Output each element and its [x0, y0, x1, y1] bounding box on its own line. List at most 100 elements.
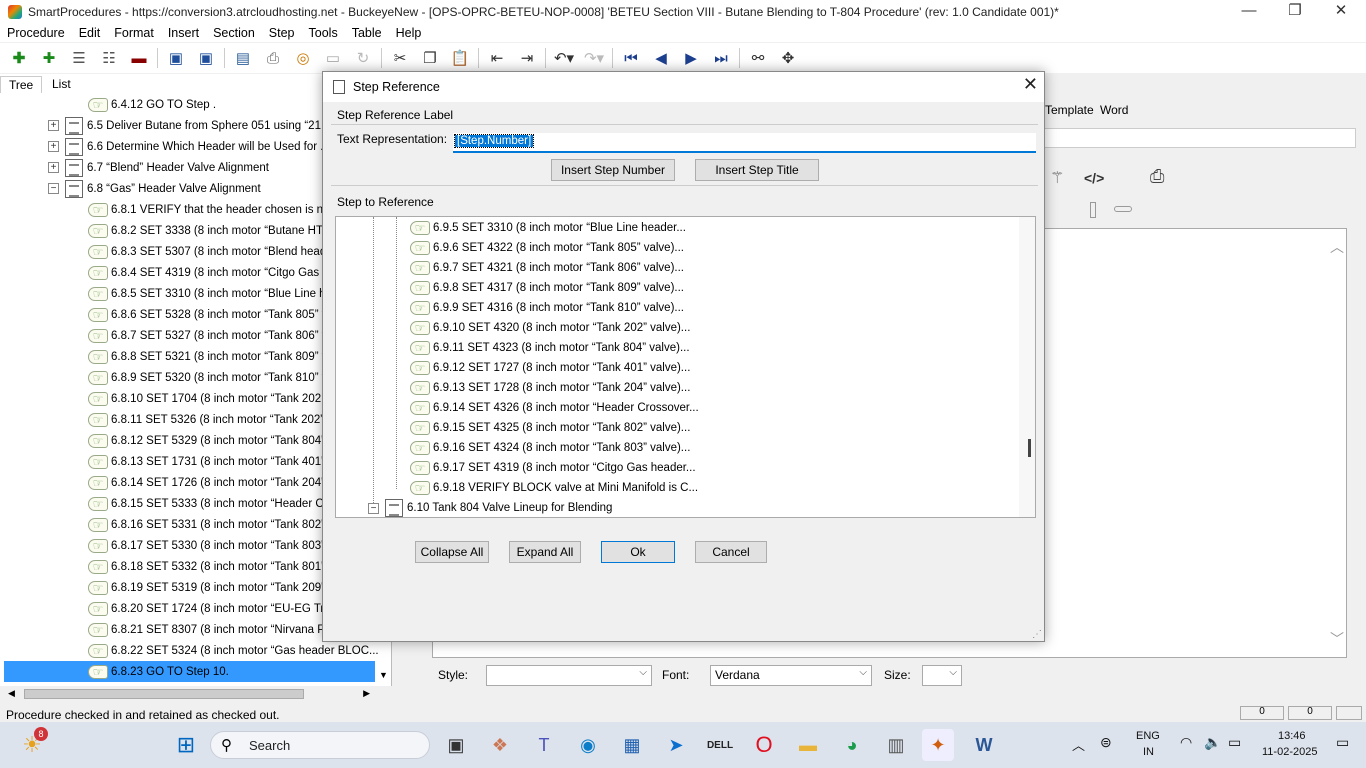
publish-icon[interactable]: ▤	[228, 45, 258, 71]
tree-step[interactable]: ☞ 6.8.2 SET 3338 (8 inch motor “Butane HT…	[88, 220, 342, 241]
add-child-icon[interactable]: ✚	[34, 45, 64, 71]
outdent-icon[interactable]: ⇤	[482, 45, 512, 71]
scroll-left-icon[interactable]: ◀	[8, 688, 15, 699]
save-icon[interactable]: ▣	[161, 45, 191, 71]
list-icon[interactable]: ☰	[64, 45, 94, 71]
collapse-icon[interactable]: −	[48, 183, 59, 194]
print-icon[interactable]: ⎙	[258, 45, 288, 71]
reference-step-row[interactable]: ☞ 6.9.9 SET 4316 (8 inch motor “Tank 810”…	[410, 298, 684, 318]
last-icon[interactable]: ⏭	[706, 45, 736, 71]
tree-section[interactable]: +6.7 “Blend” Header Valve Alignment	[48, 157, 269, 178]
prev-icon[interactable]: ◀	[646, 45, 676, 71]
undo-icon[interactable]: ↶▾	[549, 45, 579, 71]
opera-icon[interactable]: O	[748, 729, 780, 761]
blank-icon[interactable]: ▭	[318, 45, 348, 71]
magic-wand-icon[interactable]: ⚚	[1050, 168, 1064, 188]
editor-scroll-up-icon[interactable]: ︿	[1330, 237, 1344, 257]
tree-step[interactable]: ☞ 6.8.11 SET 5326 (8 inch motor “Tank 202…	[88, 409, 339, 430]
reference-step-row[interactable]: ☞ 6.9.7 SET 4321 (8 inch motor “Tank 806”…	[410, 258, 684, 278]
battery-icon[interactable]: ▭	[1228, 734, 1241, 751]
dialog-close-icon[interactable]: ✕	[1023, 74, 1038, 95]
wifi-icon[interactable]: ◠	[1180, 734, 1192, 751]
scroll-thumb[interactable]	[1028, 439, 1031, 457]
task-view-icon[interactable]: ▣	[440, 729, 472, 761]
add-icon[interactable]: ✚	[4, 45, 34, 71]
cancel-button[interactable]: Cancel	[695, 541, 767, 563]
file-explorer-icon[interactable]: ▬	[792, 729, 824, 761]
menu-table[interactable]: Table	[345, 26, 389, 40]
expand-all-button[interactable]: Expand All	[509, 541, 581, 563]
tab-template[interactable]: Template	[1045, 103, 1094, 117]
tab-tree[interactable]: Tree	[0, 76, 43, 93]
clock-time[interactable]: 13:46	[1278, 730, 1306, 742]
language-top[interactable]: ENG	[1136, 730, 1160, 742]
volume-icon[interactable]: 🔈	[1204, 734, 1221, 751]
network-status-icon[interactable]: ⊜	[1100, 734, 1112, 751]
tree-step[interactable]: ☞ 6.8.17 SET 5330 (8 inch motor “Tank 803…	[88, 535, 340, 556]
font-select[interactable]: Verdana ⌵	[710, 665, 872, 686]
tree-step[interactable]: ☞ 6.8.7 SET 5327 (8 inch motor “Tank 806”…	[88, 325, 336, 346]
printer-icon[interactable]: ⎙	[1150, 166, 1164, 187]
tree-section[interactable]: +6.5 Deliver Butane from Sphere 051 usin…	[48, 115, 331, 136]
menu-format[interactable]: Format	[107, 26, 161, 40]
tree-step[interactable]: ☞ 6.8.18 SET 5332 (8 inch motor “Tank 801…	[88, 556, 340, 577]
reference-step-row[interactable]: ☞ 6.9.15 SET 4325 (8 inch motor “Tank 802…	[410, 418, 690, 438]
chrome-icon[interactable]: ◕	[836, 729, 868, 761]
minimize-button[interactable]: —	[1226, 0, 1272, 24]
tree-step[interactable]: ☞ 6.4.12 GO TO Step .	[88, 94, 216, 115]
reference-step-row[interactable]: ☞ 6.9.10 SET 4320 (8 inch motor “Tank 202…	[410, 318, 690, 338]
remove-icon[interactable]: ▬	[124, 45, 154, 71]
tree-step[interactable]: ☞ 6.8.6 SET 5328 (8 inch motor “Tank 805”…	[88, 304, 336, 325]
reference-scrollbar[interactable]	[1019, 217, 1035, 517]
tab-list[interactable]: List	[44, 76, 79, 92]
expand-icon[interactable]: +	[48, 141, 59, 152]
language-bottom[interactable]: IN	[1143, 746, 1154, 758]
tree-step[interactable]: ☞ 6.8.16 SET 5331 (8 inch motor “Tank 802…	[88, 514, 340, 535]
close-window-button[interactable]: ✕	[1318, 0, 1364, 24]
editor-scroll-down-icon[interactable]: ﹀	[1330, 629, 1344, 649]
tree-step[interactable]: ☞ 6.8.15 SET 5333 (8 inch motor “Header C…	[88, 493, 340, 514]
tree-section[interactable]: +6.6 Determine Which Header will be Used…	[48, 136, 330, 157]
tree-step[interactable]: ☞ 6.8.12 SET 5329 (8 inch motor “Tank 804…	[88, 430, 340, 451]
start-button[interactable]: ⊞	[170, 729, 202, 761]
reference-step-row[interactable]: ☞ 6.9.13 SET 1728 (8 inch motor “Tank 204…	[410, 378, 690, 398]
ok-button[interactable]: Ok	[601, 541, 675, 563]
tree-step[interactable]: ☞ 6.8.10 SET 1704 (8 inch motor “Tank 202…	[88, 388, 339, 409]
word-icon[interactable]: W	[968, 729, 1000, 761]
tree-step[interactable]: ☞ 6.8.23 GO TO Step 10.	[4, 661, 375, 682]
tree-step[interactable]: ☞ 6.8.1 VERIFY that the header chosen is …	[88, 199, 333, 220]
expand-icon[interactable]: +	[48, 120, 59, 131]
ring-icon[interactable]: ◎	[288, 45, 318, 71]
first-icon[interactable]: ⏮	[616, 45, 646, 71]
reference-step-row[interactable]: ☞ 6.9.17 SET 4319 (8 inch motor “Citgo Ga…	[410, 458, 696, 478]
reference-step-row[interactable]: ☞ 6.9.14 SET 4326 (8 inch motor “Header C…	[410, 398, 699, 418]
tree-step[interactable]: ☞ 6.8.3 SET 5307 (8 inch motor “Blend hea…	[88, 241, 336, 262]
cut-icon[interactable]: ✂	[385, 45, 415, 71]
tree-step[interactable]: ☞ 6.8.13 SET 1731 (8 inch motor “Tank 401…	[88, 451, 340, 472]
edge-icon[interactable]: ◉	[572, 729, 604, 761]
tree-step[interactable]: ☞ 6.8.19 SET 5319 (8 inch motor “Tank 209…	[88, 577, 340, 598]
resize-grip-icon[interactable]: ⋰	[1032, 629, 1042, 640]
reference-step-row[interactable]: ☞ 6.9.5 SET 3310 (8 inch motor “Blue Line…	[410, 218, 686, 238]
tree-step[interactable]: ☞ 6.8.5 SET 3310 (8 inch motor “Blue Line…	[88, 283, 338, 304]
restore-button[interactable]: ❐	[1272, 0, 1318, 24]
reference-step-row[interactable]: ☞ 6.9.18 VERIFY BLOCK valve at Mini Manif…	[410, 478, 698, 498]
menu-help[interactable]: Help	[389, 26, 429, 40]
reference-step-row[interactable]: ☞ 6.9.12 SET 1727 (8 inch motor “Tank 401…	[410, 358, 690, 378]
reference-step-row[interactable]: ☞ 6.9.16 SET 4324 (8 inch motor “Tank 803…	[410, 438, 690, 458]
tree-step[interactable]: ☞ 6.8.22 SET 5324 (8 inch motor “Gas head…	[88, 640, 379, 661]
tree-step[interactable]: ☞ 6.8.9 SET 5320 (8 inch motor “Tank 810”…	[88, 367, 336, 388]
copy-icon[interactable]: ❐	[415, 45, 445, 71]
menu-procedure[interactable]: Procedure	[0, 26, 72, 40]
paste-icon[interactable]: 📋	[445, 45, 475, 71]
menu-insert[interactable]: Insert	[161, 26, 206, 40]
tree-step[interactable]: ☞ 6.8.20 SET 1724 (8 inch motor “EU-EG Tr…	[88, 598, 343, 619]
notifications-icon[interactable]: ▭	[1336, 734, 1349, 751]
tree-scroll-down-icon[interactable]: ▼	[379, 670, 388, 680]
tree-section[interactable]: − 6.8 “Gas” Header Valve Alignment	[48, 178, 261, 199]
copilot-icon[interactable]: ❖	[484, 729, 516, 761]
tab-word[interactable]: Word	[1100, 103, 1128, 117]
clock-date[interactable]: 11-02-2025	[1262, 746, 1317, 758]
save-all-icon[interactable]: ▣	[191, 45, 221, 71]
tree-step[interactable]: ☞ 6.8.21 SET 8307 (8 inch motor “Nirvana …	[88, 619, 341, 640]
